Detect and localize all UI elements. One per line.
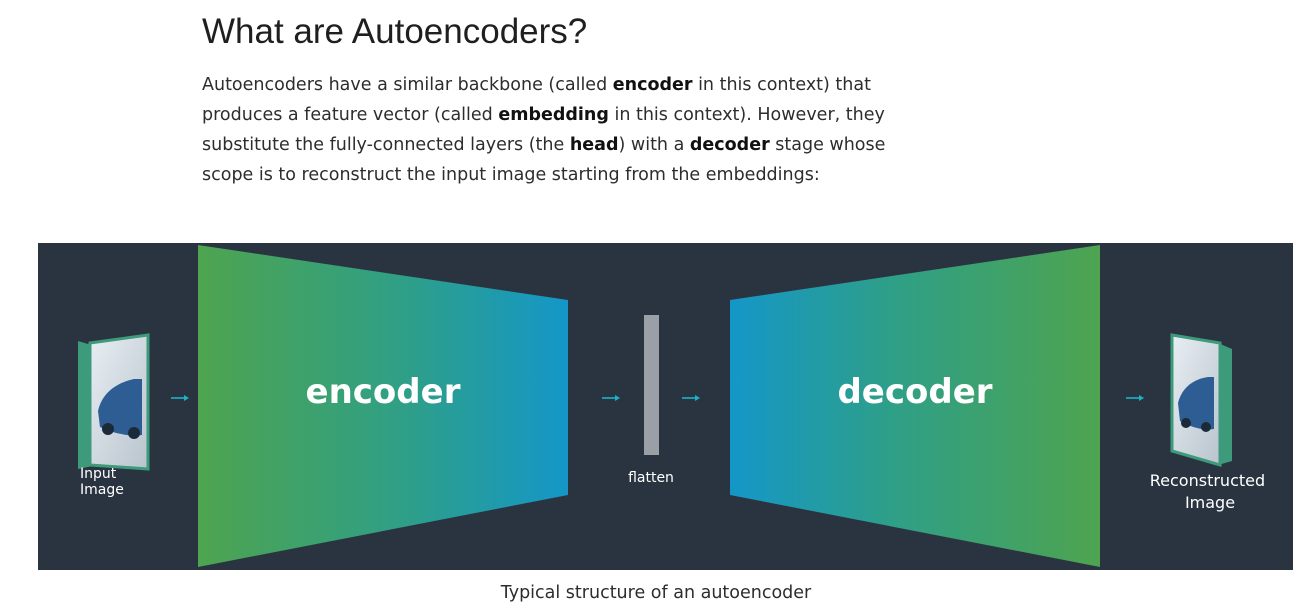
paragraph-text: ) with a bbox=[618, 135, 690, 155]
reconstructed-image-thumbnail bbox=[1170, 333, 1232, 467]
diagram-svg: encoder flatten decoder Input Image Reco… bbox=[78, 245, 1270, 567]
paragraph-text: Autoencoders have a similar backbone (ca… bbox=[202, 75, 613, 95]
input-label-line: Image bbox=[80, 482, 124, 498]
bold-term: head bbox=[569, 135, 619, 155]
intro-paragraph: Autoencoders have a similar backbone (ca… bbox=[202, 70, 922, 190]
figure-caption: Typical structure of an autoencoder bbox=[500, 583, 812, 603]
arrow-icon bbox=[1126, 395, 1144, 401]
flatten-label: flatten bbox=[628, 470, 674, 486]
decoder-label: decoder bbox=[837, 372, 992, 412]
bold-term: encoder bbox=[612, 75, 693, 95]
arrow-icon bbox=[171, 395, 189, 401]
output-label-line: Image bbox=[1185, 493, 1235, 512]
output-label-line: Reconstructed bbox=[1150, 471, 1265, 490]
input-label-line: Input bbox=[80, 466, 117, 482]
autoencoder-diagram: encoder flatten decoder Input Image Reco… bbox=[38, 243, 1293, 570]
page-title: What are Autoencoders? bbox=[202, 12, 588, 51]
bold-term: decoder bbox=[689, 135, 770, 155]
flatten-bar bbox=[644, 315, 659, 455]
bold-term: embedding bbox=[498, 105, 609, 125]
arrow-icon bbox=[602, 395, 620, 401]
reconstructed-image-label: Reconstructed Image bbox=[1150, 471, 1270, 512]
page: What are Autoencoders? Autoencoders have… bbox=[0, 0, 1312, 612]
arrow-icon bbox=[682, 395, 700, 401]
input-image-thumbnail bbox=[78, 333, 150, 471]
input-image-label: Input Image bbox=[80, 466, 124, 498]
encoder-label: encoder bbox=[306, 372, 461, 412]
